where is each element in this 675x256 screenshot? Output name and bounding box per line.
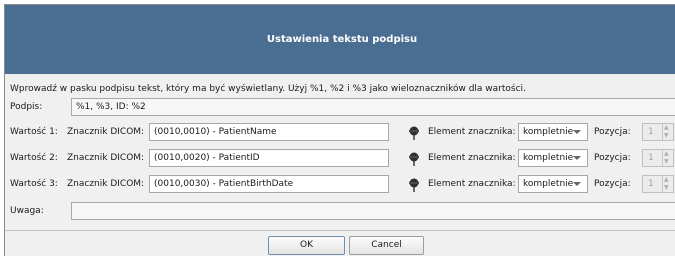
tag-element-select[interactable]: kompletnie [518,149,588,167]
position-value: 1 [648,127,654,137]
stepper-up-icon[interactable]: ▲ [664,125,669,131]
pushpin-icon[interactable] [406,125,422,141]
stepper-down-icon[interactable]: ▼ [664,159,669,165]
tag-element-label: Element znacznika: [428,153,516,163]
stepper-up-icon[interactable]: ▲ [664,151,669,157]
note-input[interactable] [71,202,675,220]
position-stepper[interactable]: 1 ▲ ▼ [642,175,674,193]
caption-settings-dialog: Ustawienia tekstu podpisu Wprowadź w pas… [4,4,675,256]
tag-element-value: kompletnie [523,153,574,163]
button-divider [5,230,675,231]
tag-element-select[interactable]: kompletnie [518,123,588,141]
value-label: Wartość 1: [10,127,58,137]
value-row-3: Wartość 3: Znacznik DICOM: (0010,0030) -… [5,175,675,195]
dicom-tag-label: Znacznik DICOM: [67,179,145,189]
note-row: Uwaga: [5,202,675,222]
caption-label: Podpis: [10,102,43,112]
position-label: Pozycja: [594,179,631,189]
dicom-tag-label: Znacznik DICOM: [67,127,145,137]
value-row-2: Wartość 2: Znacznik DICOM: (0010,0020) -… [5,149,675,169]
value-row-1: Wartość 1: Znacznik DICOM: (0010,0010) -… [5,123,675,143]
position-label: Pozycja: [594,127,631,137]
pushpin-icon[interactable] [406,151,422,167]
stepper-buttons[interactable]: ▲ ▼ [662,150,673,166]
tag-element-label: Element znacznika: [428,179,516,189]
stepper-down-icon[interactable]: ▼ [664,133,669,139]
tag-element-value: kompletnie [523,127,574,137]
dicom-tag-input[interactable]: (0010,0020) - PatientID [149,149,389,167]
tag-element-label: Element znacznika: [428,127,516,137]
instruction-text: Wprowadź w pasku podpisu tekst, który ma… [10,84,526,94]
stepper-buttons[interactable]: ▲ ▼ [662,176,673,192]
chevron-down-icon [573,182,581,186]
position-value: 1 [648,179,654,189]
dialog-title: Ustawienia tekstu podpisu [266,34,418,45]
dicom-tag-label: Znacznik DICOM: [67,153,145,163]
position-stepper[interactable]: 1 ▲ ▼ [642,123,674,141]
stepper-buttons[interactable]: ▲ ▼ [662,124,673,140]
dicom-tag-input[interactable]: (0010,0010) - PatientName [149,123,389,141]
tag-element-value: kompletnie [523,179,574,189]
ok-button[interactable]: OK [268,236,345,255]
caption-input[interactable]: %1, %3, ID: %2 [71,98,675,116]
position-stepper[interactable]: 1 ▲ ▼ [642,149,674,167]
position-value: 1 [648,153,654,163]
position-label: Pozycja: [594,153,631,163]
dicom-tag-input[interactable]: (0010,0030) - PatientBirthDate [149,175,389,193]
stepper-up-icon[interactable]: ▲ [664,177,669,183]
chevron-down-icon [573,156,581,160]
note-label: Uwaga: [10,206,44,216]
chevron-down-icon [573,130,581,134]
pushpin-icon[interactable] [406,177,422,193]
tag-element-select[interactable]: kompletnie [518,175,588,193]
cancel-button[interactable]: Cancel [349,236,424,255]
caption-row: Podpis: %1, %3, ID: %2 [5,98,675,118]
dialog-titlebar: Ustawienia tekstu podpisu [5,5,675,74]
value-label: Wartość 3: [10,179,58,189]
stepper-down-icon[interactable]: ▼ [664,185,669,191]
value-label: Wartość 2: [10,153,58,163]
